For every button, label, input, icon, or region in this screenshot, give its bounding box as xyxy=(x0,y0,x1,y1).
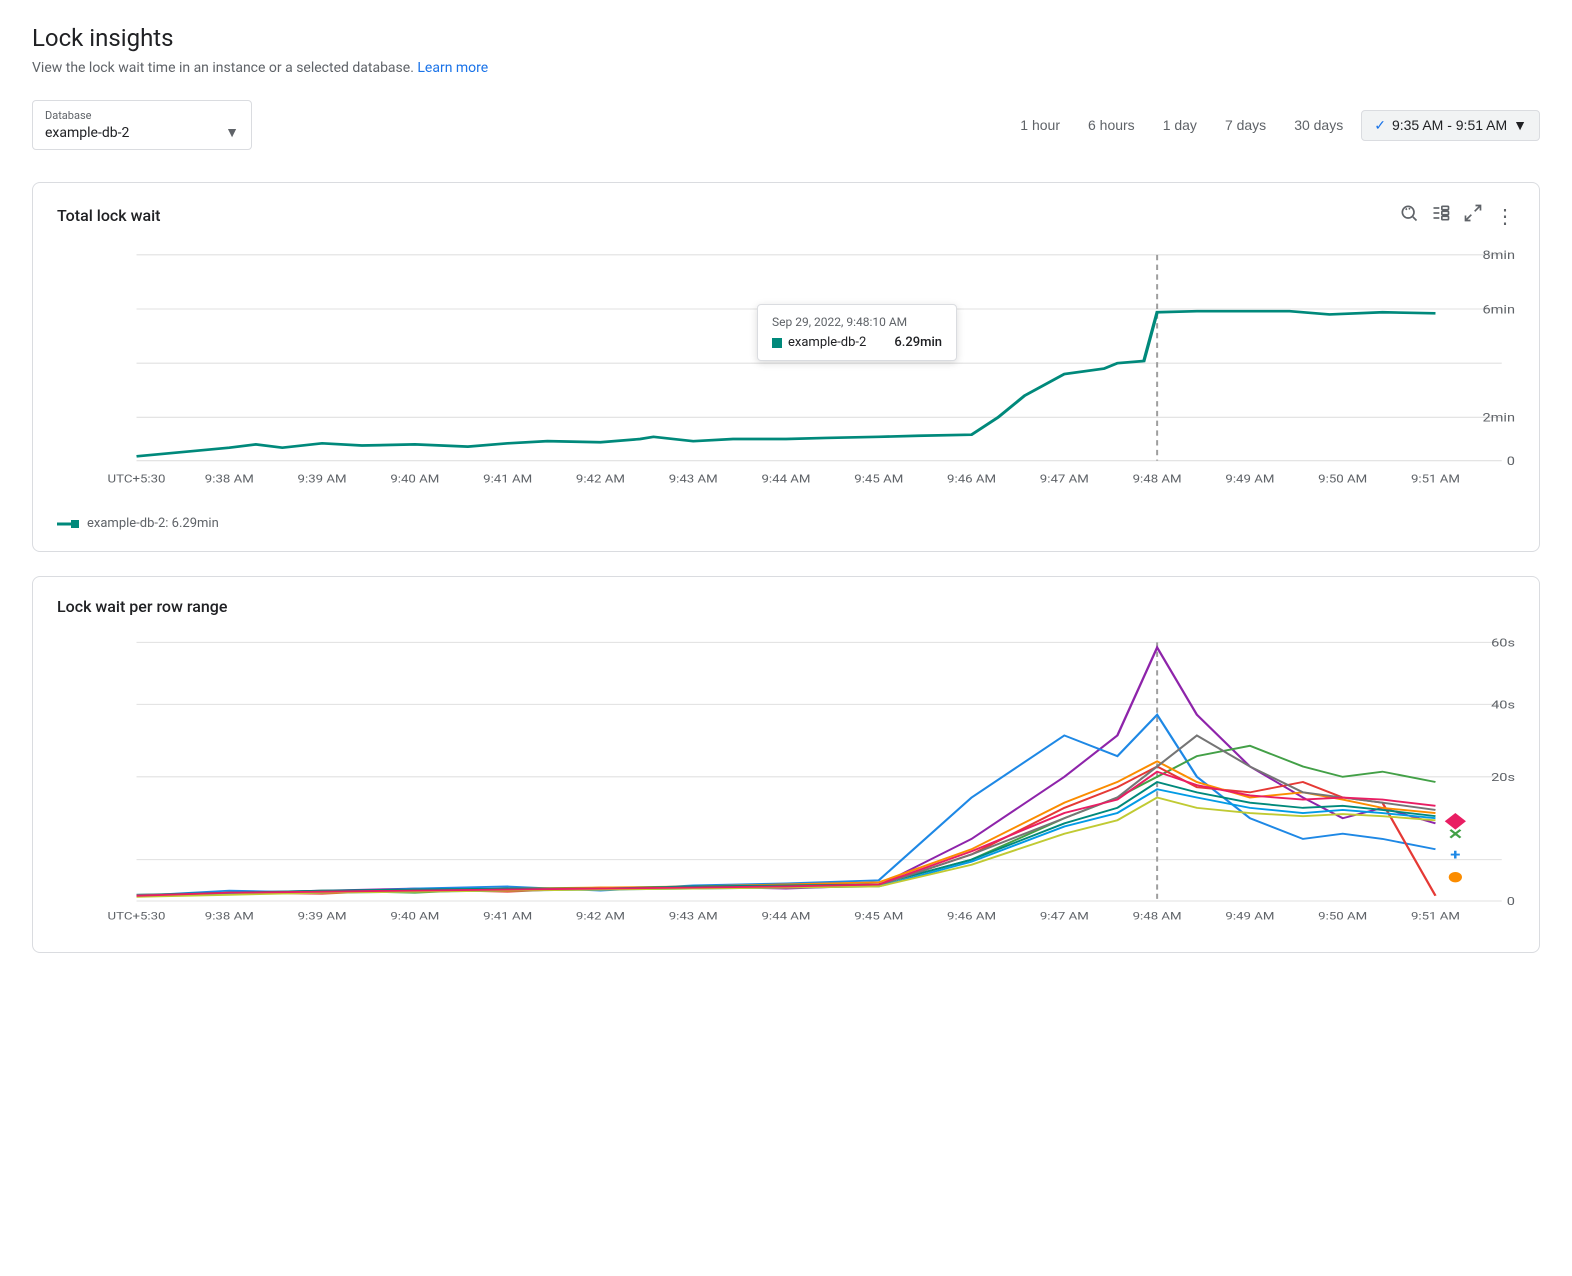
check-icon: ✓ xyxy=(1374,117,1386,134)
svg-text:✕: ✕ xyxy=(1448,827,1464,844)
chart2-area: 60s 40s 20s 0 UTC+5:30 9:38 AM 9:39 AM 9… xyxy=(57,632,1515,932)
svg-text:9:47 AM: 9:47 AM xyxy=(1040,472,1089,485)
svg-text:9:38 AM: 9:38 AM xyxy=(205,472,254,485)
controls-row: Database example-db-2 ▼ 1 hour 6 hours 1… xyxy=(32,100,1540,150)
svg-text:9:39 AM: 9:39 AM xyxy=(298,910,347,922)
more-icon[interactable]: ⋮ xyxy=(1495,204,1515,228)
chart1-header: Total lock wait ⋮ xyxy=(57,203,1515,228)
svg-text:9:48 AM: 9:48 AM xyxy=(1133,910,1182,922)
legend-icon[interactable] xyxy=(1431,203,1451,228)
database-value: example-db-2 xyxy=(45,125,129,141)
svg-text:9:41 AM: 9:41 AM xyxy=(483,472,532,485)
svg-text:9:46 AM: 9:46 AM xyxy=(947,910,996,922)
svg-text:9:47 AM: 9:47 AM xyxy=(1040,910,1089,922)
chart2-title: Lock wait per row range xyxy=(57,597,227,616)
svg-text:9:44 AM: 9:44 AM xyxy=(761,472,810,485)
svg-text:2min: 2min xyxy=(1482,412,1515,425)
svg-text:9:42 AM: 9:42 AM xyxy=(576,472,625,485)
search-icon[interactable] xyxy=(1399,203,1419,228)
database-selector[interactable]: Database example-db-2 ▼ xyxy=(32,100,252,150)
svg-text:9:51 AM: 9:51 AM xyxy=(1411,472,1460,485)
svg-text:9:43 AM: 9:43 AM xyxy=(669,910,718,922)
svg-text:9:41 AM: 9:41 AM xyxy=(483,910,532,922)
svg-text:40s: 40s xyxy=(1491,699,1515,712)
page-subtitle: View the lock wait time in an instance o… xyxy=(32,60,1540,76)
chart1-area: 8min 6min 2min 0 UTC+5:30 9:38 AM 9:39 A… xyxy=(57,244,1515,504)
legend-line-icon xyxy=(57,518,79,530)
svg-text:UTC+5:30: UTC+5:30 xyxy=(108,472,166,485)
svg-text:0: 0 xyxy=(1507,896,1515,909)
svg-text:UTC+5:30: UTC+5:30 xyxy=(108,910,166,922)
svg-text:9:45 AM: 9:45 AM xyxy=(854,910,903,922)
time-option-30days[interactable]: 30 days xyxy=(1284,111,1353,139)
svg-text:9:38 AM: 9:38 AM xyxy=(205,910,254,922)
chart1-svg: 8min 6min 2min 0 UTC+5:30 9:38 AM 9:39 A… xyxy=(57,244,1515,504)
svg-text:8min: 8min xyxy=(1482,249,1515,262)
svg-text:9:43 AM: 9:43 AM xyxy=(669,472,718,485)
svg-text:9:39 AM: 9:39 AM xyxy=(298,472,347,485)
svg-text:60s: 60s xyxy=(1491,637,1515,650)
time-option-1day[interactable]: 1 day xyxy=(1153,111,1207,139)
page-title: Lock insights xyxy=(32,24,1540,52)
svg-text:0: 0 xyxy=(1507,455,1515,468)
chart1-legend-label: example-db-2: 6.29min xyxy=(87,516,219,531)
chart-total-lock-wait: Total lock wait ⋮ 8min 6min 2min xyxy=(32,182,1540,552)
database-label: Database xyxy=(45,109,239,122)
time-option-1hour[interactable]: 1 hour xyxy=(1010,111,1070,139)
svg-text:9:51 AM: 9:51 AM xyxy=(1411,910,1460,922)
svg-text:9:42 AM: 9:42 AM xyxy=(576,910,625,922)
time-range-button[interactable]: ✓ 9:35 AM - 9:51 AM ▼ xyxy=(1361,110,1540,141)
chart1-title: Total lock wait xyxy=(57,206,160,225)
database-dropdown-icon: ▼ xyxy=(225,124,239,141)
time-range-value: 9:35 AM - 9:51 AM xyxy=(1392,117,1507,133)
svg-text:9:50 AM: 9:50 AM xyxy=(1318,472,1367,485)
fullscreen-icon[interactable] xyxy=(1463,203,1483,228)
chart2-header: Lock wait per row range xyxy=(57,597,1515,616)
svg-text:9:40 AM: 9:40 AM xyxy=(390,910,439,922)
svg-text:9:44 AM: 9:44 AM xyxy=(761,910,810,922)
svg-text:+: + xyxy=(1450,847,1460,864)
time-range-dropdown-icon: ▼ xyxy=(1513,117,1527,133)
time-controls: 1 hour 6 hours 1 day 7 days 30 days ✓ 9:… xyxy=(1010,110,1540,141)
svg-text:9:49 AM: 9:49 AM xyxy=(1225,910,1274,922)
svg-text:9:45 AM: 9:45 AM xyxy=(854,472,903,485)
chart1-legend: example-db-2: 6.29min xyxy=(57,516,1515,531)
time-option-7days[interactable]: 7 days xyxy=(1215,111,1276,139)
chart1-actions: ⋮ xyxy=(1399,203,1515,228)
chart2-svg: 60s 40s 20s 0 UTC+5:30 9:38 AM 9:39 AM 9… xyxy=(57,632,1515,932)
chart-lock-wait-row-range: Lock wait per row range 60s 40s 20s 0 UT… xyxy=(32,576,1540,953)
learn-more-link[interactable]: Learn more xyxy=(417,60,488,76)
svg-text:9:50 AM: 9:50 AM xyxy=(1318,910,1367,922)
time-option-6hours[interactable]: 6 hours xyxy=(1078,111,1145,139)
svg-text:20s: 20s xyxy=(1491,771,1515,784)
svg-text:9:49 AM: 9:49 AM xyxy=(1225,472,1274,485)
svg-text:9:48 AM: 9:48 AM xyxy=(1133,472,1182,485)
svg-text:9:40 AM: 9:40 AM xyxy=(390,472,439,485)
svg-text:6min: 6min xyxy=(1482,303,1515,316)
svg-text:9:46 AM: 9:46 AM xyxy=(947,472,996,485)
